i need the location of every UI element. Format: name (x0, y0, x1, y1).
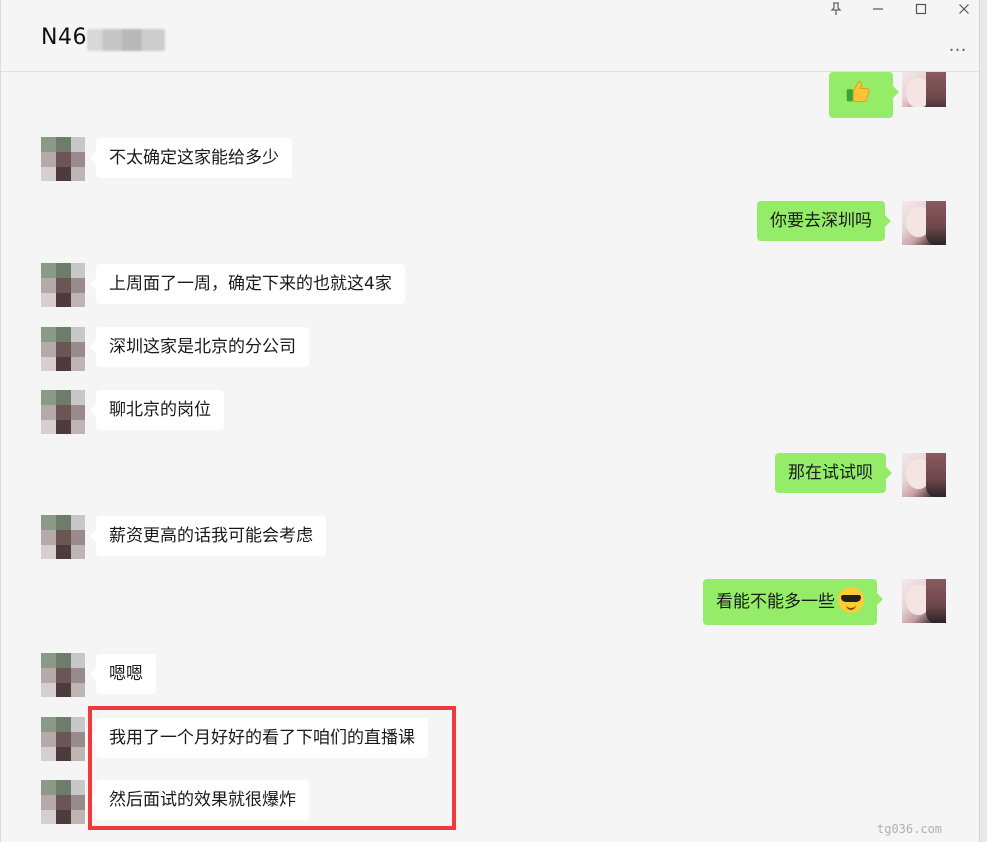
my-avatar[interactable] (902, 201, 946, 245)
chat-title: N46 (41, 25, 87, 50)
contact-avatar[interactable] (41, 780, 85, 824)
message-bubble-received[interactable]: 我用了一个月好好的看了下咱们的直播课 (90, 718, 428, 758)
thumbs-up-icon (846, 81, 870, 102)
my-avatar[interactable] (902, 72, 946, 107)
window-edge (979, 0, 987, 842)
contact-avatar[interactable] (41, 327, 85, 371)
message-bubble-sent[interactable]: 那在试试呗 (775, 453, 892, 493)
close-icon[interactable] (953, 2, 975, 22)
title-bar: N46 … (1, 0, 987, 72)
cool-sunglasses-icon (838, 587, 864, 613)
message-text: 看能不能多一些 (716, 592, 835, 612)
message-bubble-received[interactable]: 深圳这家是北京的分公司 (90, 327, 309, 367)
message-bubble-received[interactable]: 嗯嗯 (90, 654, 156, 694)
chat-window: N46 … 不太确定这家能给多少 你要去深圳吗 上周面了一周，确定下来的也就这4… (0, 0, 987, 842)
minimize-icon[interactable] (867, 2, 889, 22)
pin-icon[interactable] (825, 2, 847, 22)
message-bubble-received[interactable]: 然后面试的效果就很爆炸 (90, 780, 309, 820)
message-bubble-received[interactable]: 聊北京的岗位 (90, 390, 224, 430)
watermark: tg036.com (877, 822, 943, 836)
message-bubble-sent[interactable]: 你要去深圳吗 (757, 201, 891, 241)
more-options-button[interactable]: … (945, 36, 971, 56)
my-avatar[interactable] (902, 579, 946, 623)
contact-avatar[interactable] (41, 137, 85, 181)
redacted-title-blur (87, 29, 165, 51)
contact-avatar[interactable] (41, 653, 85, 697)
message-bubble-sent[interactable]: 看能不能多一些 (703, 579, 883, 625)
contact-avatar[interactable] (41, 390, 85, 434)
message-bubble-received[interactable]: 上周面了一周，确定下来的也就这4家 (90, 264, 405, 304)
contact-avatar[interactable] (41, 263, 85, 307)
message-bubble-received[interactable]: 薪资更高的话我可能会考虑 (90, 516, 326, 556)
contact-avatar[interactable] (41, 717, 85, 761)
sticker-bubble[interactable] (829, 72, 899, 118)
maximize-icon[interactable] (910, 2, 932, 22)
message-bubble-received[interactable]: 不太确定这家能给多少 (90, 138, 292, 178)
my-avatar[interactable] (902, 453, 946, 497)
contact-avatar[interactable] (41, 515, 85, 559)
